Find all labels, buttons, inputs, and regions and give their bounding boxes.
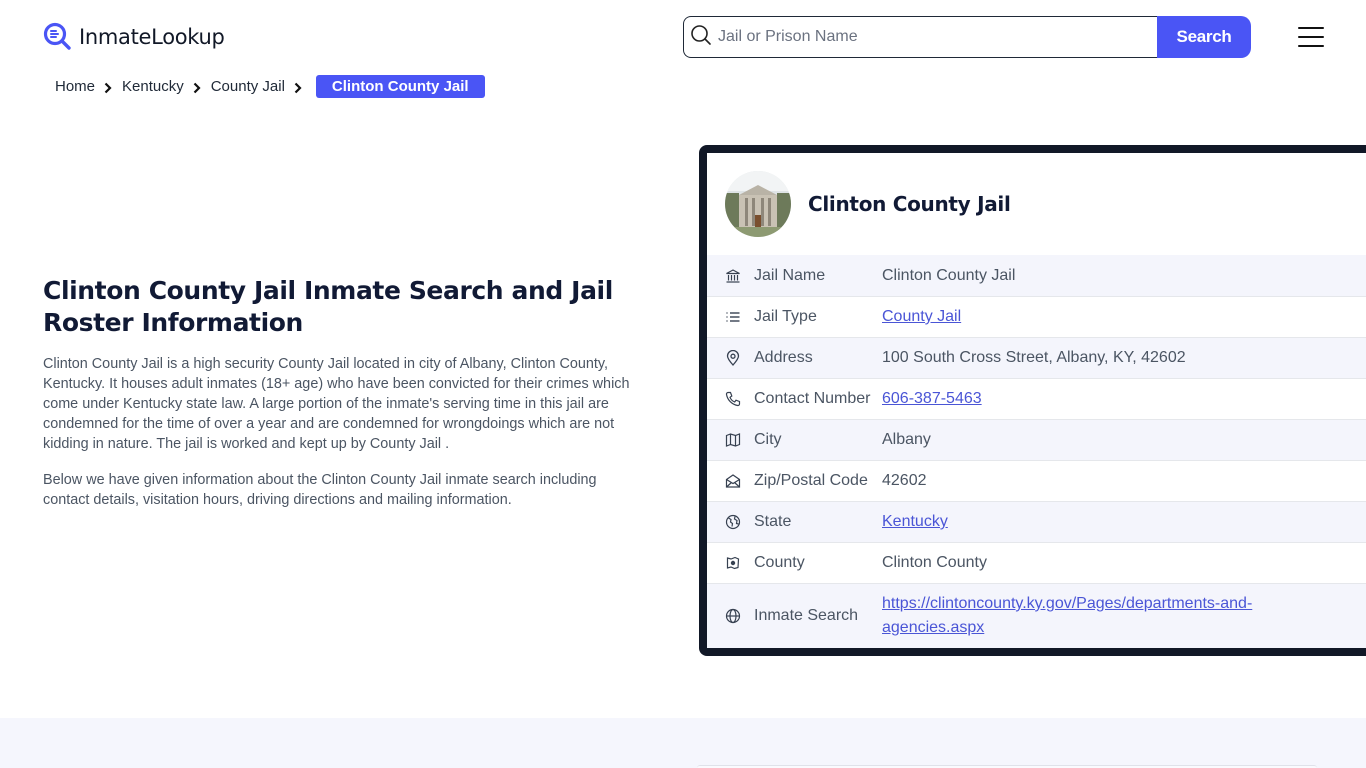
intro-text: Clinton County Jail is a high security C… xyxy=(43,354,643,526)
globe-alt-icon xyxy=(725,514,741,530)
breadcrumb-county-jail[interactable]: County Jail xyxy=(211,78,285,95)
row-value: 42602 xyxy=(882,472,927,489)
row-label: Contact Number xyxy=(754,390,871,407)
info-table: Jail Name Clinton County Jail Jail Type … xyxy=(707,255,1366,648)
building-icon xyxy=(725,268,741,284)
county-map-icon xyxy=(725,555,741,571)
inmate-search-link[interactable]: https://clintoncounty.ky.gov/Pages/depar… xyxy=(882,595,1252,636)
info-row-jail-name: Jail Name Clinton County Jail xyxy=(707,255,1366,296)
card-title: Clinton County Jail xyxy=(808,192,1011,216)
intro-paragraph: Below we have given information about th… xyxy=(43,472,597,508)
map-pin-icon xyxy=(725,350,741,366)
breadcrumb-kentucky[interactable]: Kentucky xyxy=(122,78,184,95)
row-label: Jail Name xyxy=(754,266,826,284)
row-label: Inmate Search xyxy=(754,607,859,624)
phone-link[interactable]: 606-387-5463 xyxy=(882,390,982,407)
lower-section xyxy=(0,718,1366,768)
menu-bar xyxy=(1298,27,1324,29)
search-input[interactable] xyxy=(718,28,1157,46)
state-link[interactable]: Kentucky xyxy=(882,513,948,530)
row-value: Clinton County xyxy=(882,554,987,571)
row-label: Jail Type xyxy=(754,308,817,325)
phone-icon xyxy=(725,391,741,407)
info-row-address: Address 100 South Cross Street, Albany, … xyxy=(707,337,1366,378)
breadcrumb-current: Clinton County Jail xyxy=(315,75,485,98)
list-icon xyxy=(725,309,741,325)
chevron-right-icon xyxy=(294,81,302,93)
logo-text: InmateLookup xyxy=(79,25,225,49)
page-title: Clinton County Jail Inmate Search and Ja… xyxy=(43,276,613,337)
info-row-inmate-search: Inmate Search https://clintoncounty.ky.g… xyxy=(707,583,1366,648)
row-value: Clinton County Jail xyxy=(882,266,1016,284)
info-row-city: City Albany xyxy=(707,419,1366,460)
info-row-state: State Kentucky xyxy=(707,501,1366,542)
row-label: County xyxy=(754,554,805,571)
row-label: City xyxy=(754,431,782,448)
search-button[interactable]: Search xyxy=(1157,16,1251,58)
info-row-zip: Zip/Postal Code 42602 xyxy=(707,460,1366,501)
breadcrumb-home[interactable]: Home xyxy=(55,78,95,95)
intro-paragraph: Clinton County Jail is a high security C… xyxy=(43,356,630,452)
menu-bar xyxy=(1298,36,1324,38)
jail-photo xyxy=(725,171,791,237)
jail-info-card: Clinton County Jail Jail Name Clinton Co… xyxy=(699,145,1366,656)
info-row-contact-number: Contact Number 606-387-5463 xyxy=(707,378,1366,419)
search-form: Search xyxy=(683,16,1251,58)
map-icon xyxy=(725,432,741,448)
chevron-right-icon xyxy=(193,81,201,93)
row-value: 100 South Cross Street, Albany, KY, 4260… xyxy=(882,349,1186,366)
row-label: Address xyxy=(754,349,813,366)
menu-bar xyxy=(1298,45,1324,47)
row-value: Albany xyxy=(882,431,931,448)
logo-magnifier-icon xyxy=(43,22,73,52)
info-row-county: County Clinton County xyxy=(707,542,1366,583)
row-label: Zip/Postal Code xyxy=(754,472,868,489)
mail-icon xyxy=(725,473,741,489)
card-header: Clinton County Jail xyxy=(707,153,1366,255)
chevron-right-icon xyxy=(104,81,112,93)
search-box xyxy=(683,16,1157,58)
row-label: State xyxy=(754,513,792,530)
jail-type-link[interactable]: County Jail xyxy=(882,308,961,325)
info-row-jail-type: Jail Type County Jail xyxy=(707,296,1366,337)
search-icon xyxy=(690,24,712,51)
hamburger-menu-icon[interactable] xyxy=(1298,27,1324,47)
logo-link[interactable]: InmateLookup xyxy=(43,22,225,52)
globe-icon xyxy=(725,608,741,624)
breadcrumb: Home Kentucky County Jail Clinton County… xyxy=(55,75,485,98)
